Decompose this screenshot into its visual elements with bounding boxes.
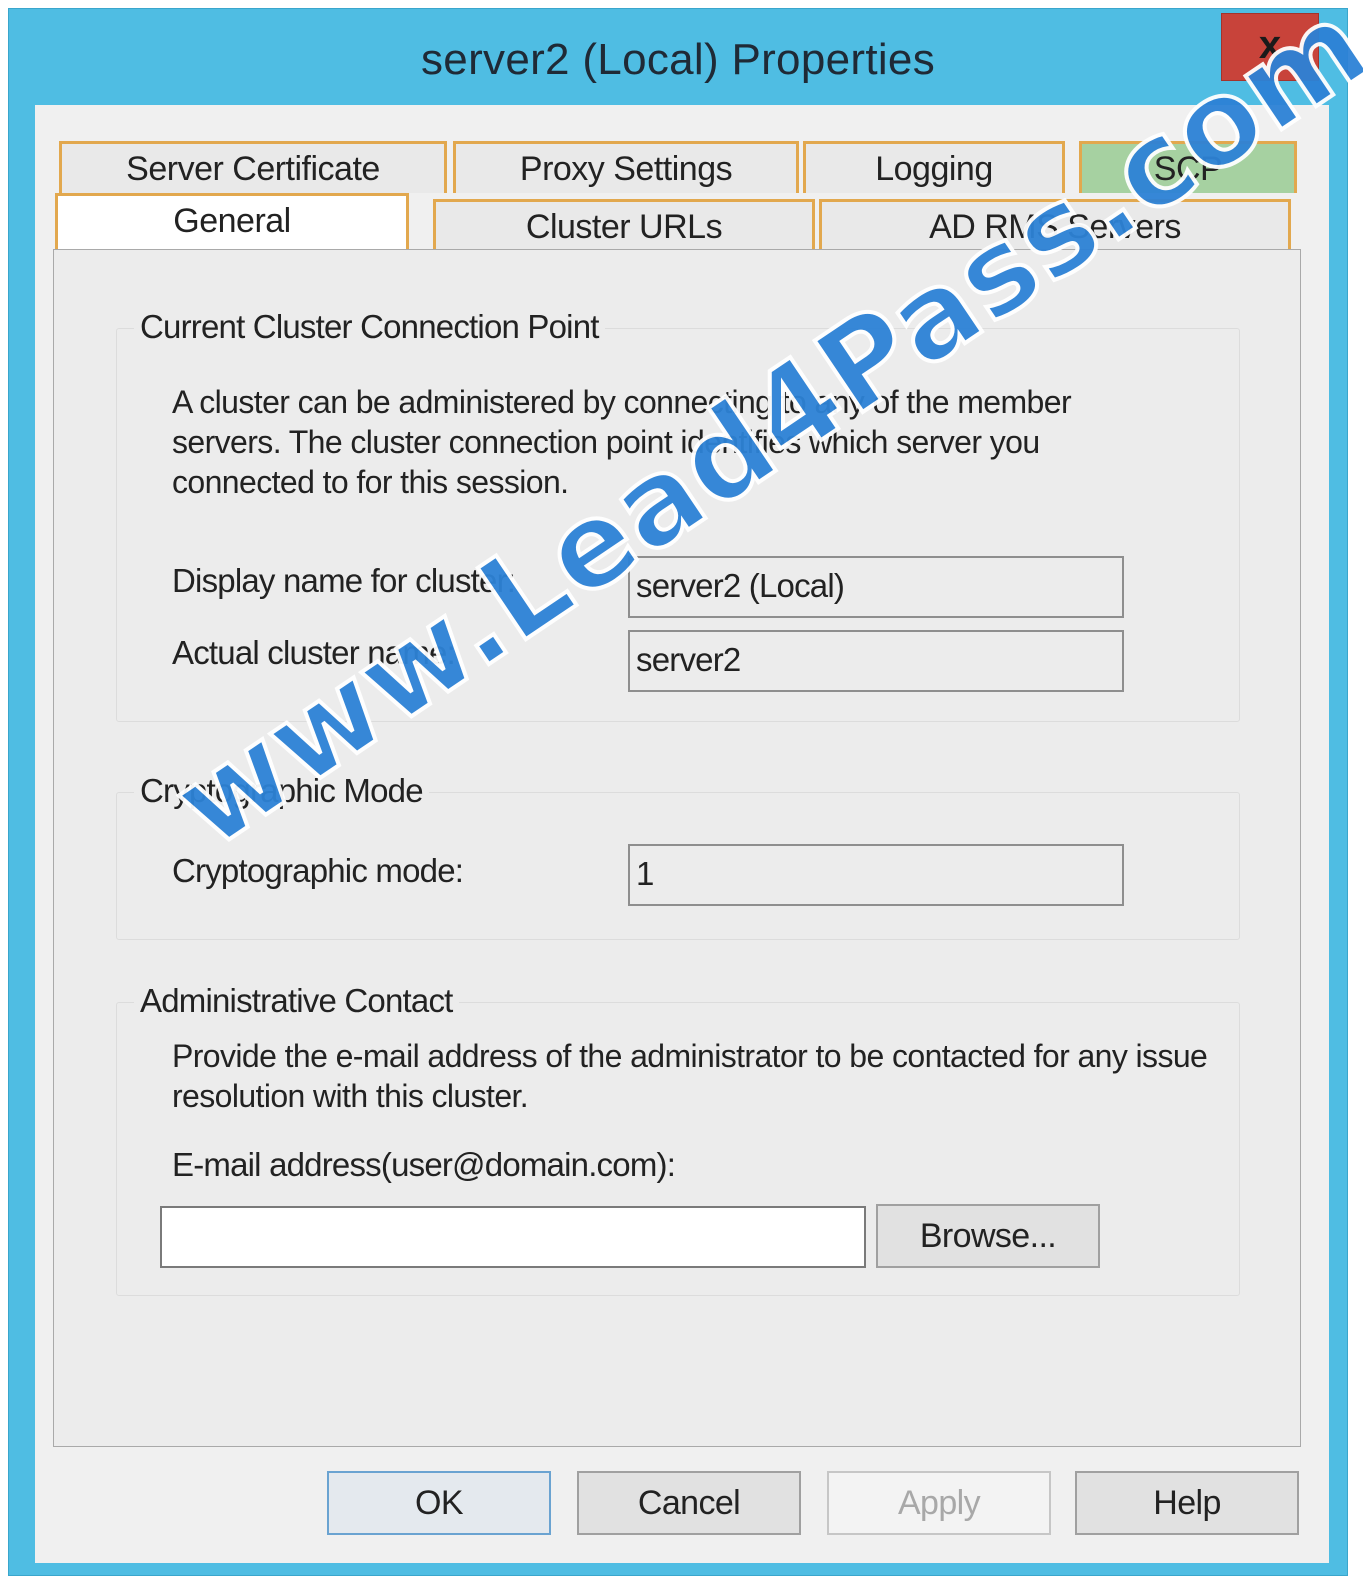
ok-button[interactable]: OK (327, 1471, 551, 1535)
window-title: server2 (Local) Properties (421, 35, 935, 84)
email-input[interactable] (160, 1206, 866, 1268)
tab-scp[interactable]: SCP (1079, 141, 1297, 193)
actual-name-label: Actual cluster name: (172, 634, 456, 671)
tab-proxy-settings[interactable]: Proxy Settings (453, 141, 799, 193)
display-name-label: Display name for cluster: (172, 562, 516, 599)
cancel-button[interactable]: Cancel (577, 1471, 801, 1535)
actual-name-field[interactable]: server2 (628, 630, 1124, 692)
general-tab-panel: Current Cluster Connection Point A clust… (53, 249, 1301, 1447)
email-label: E-mail address(user@domain.com): (172, 1146, 676, 1183)
admin-contact-title: Administrative Contact (134, 982, 459, 1020)
crypto-mode-field[interactable]: 1 (628, 844, 1124, 906)
tab-logging[interactable]: Logging (803, 141, 1065, 193)
properties-window: server2 (Local) Properties x Server Cert… (8, 8, 1348, 1576)
tab-cluster-urls[interactable]: Cluster URLs (433, 199, 815, 251)
apply-button[interactable]: Apply (827, 1471, 1051, 1535)
dialog-client: Server Certificate Proxy Settings Loggin… (35, 105, 1329, 1563)
connection-point-description: A cluster can be administered by connect… (172, 384, 1072, 500)
tab-server-certificate[interactable]: Server Certificate (59, 141, 447, 193)
admin-contact-description: Provide the e-mail address of the admini… (172, 1038, 1208, 1114)
connection-point-title: Current Cluster Connection Point (134, 308, 605, 346)
help-button[interactable]: Help (1075, 1471, 1299, 1535)
title-bar[interactable]: server2 (Local) Properties x (9, 9, 1347, 109)
tab-ad-rms-servers[interactable]: AD RMS Servers (819, 199, 1291, 251)
crypto-mode-label: Cryptographic mode: (172, 852, 464, 889)
display-name-field[interactable]: server2 (Local) (628, 556, 1124, 618)
close-button[interactable]: x (1221, 13, 1319, 81)
browse-button[interactable]: Browse... (876, 1204, 1100, 1268)
crypto-title: Cryptographic Mode (134, 772, 429, 810)
tab-general[interactable]: General (55, 193, 409, 251)
